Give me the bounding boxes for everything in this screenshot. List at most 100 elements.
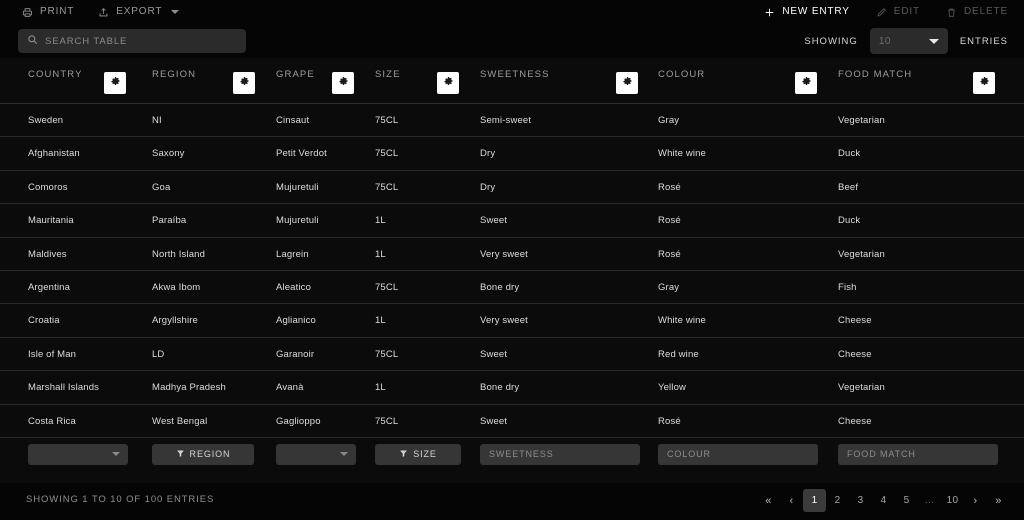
chevron-down-icon [340,452,348,457]
chevron-down-icon [171,10,180,14]
cell-sweetness: Sweet [480,215,508,227]
new-entry-button[interactable]: NEW ENTRY [764,7,849,18]
search-input[interactable] [45,35,237,47]
column-header-food-match[interactable]: FOOD MATCH [838,69,912,80]
page-button-5[interactable]: 5 [895,489,918,512]
table-row[interactable]: Costa Rica West Bengal Gaglioppo 75CL Sweet R… [0,405,1024,438]
filter-button-size[interactable]: SIZE [375,443,461,465]
table-row[interactable]: Sweden NI Cinsaut 75CL Semi-sweet Gray Vegetar… [0,104,1024,138]
cell-colour: Gray [658,281,680,293]
search-and-pagesize-row: SHOWING 10 ENTRIES [0,28,1024,54]
cell-size: 75CL [375,281,399,293]
gear-icon [801,74,812,92]
gear-icon [622,74,633,92]
print-button[interactable]: PRINT [22,7,74,18]
table-body: Sweden NI Cinsaut 75CL Semi-sweet Gray Vegetar… [0,104,1024,438]
page-button-2[interactable]: 2 [826,489,849,512]
cell-colour: Red wine [658,348,699,360]
cell-country: Comoros [28,181,68,193]
cell-country: Costa Rica [28,415,76,427]
export-button[interactable]: EXPORT [98,6,180,18]
cell-country: Croatia [28,315,60,327]
export-label: EXPORT [116,6,163,17]
filter-button-region[interactable]: REGION [152,443,254,465]
table-row[interactable]: Argentina Akwa Ibom Aleatico 75CL Bone dry Gr… [0,271,1024,305]
cell-grape: Avanà [276,382,304,394]
page-button-1[interactable]: 1 [803,489,826,512]
cell-region: Madhya Pradesh [152,382,226,394]
column-header-sweetness[interactable]: SWEETNESS [480,69,550,80]
edit-button[interactable]: EDIT [876,7,920,18]
column-header-colour[interactable]: COLOUR [658,69,705,80]
page-nav-arrow[interactable]: « [757,489,780,512]
table-row[interactable]: Afghanistan Saxony Petit Verdot 75CL Dry Whit… [0,137,1024,171]
table-row[interactable]: Croatia Argyllshire Aglianico 1L Very sweet W… [0,304,1024,338]
page-nav-arrow[interactable]: ‹ [780,489,803,512]
edit-label: EDIT [893,6,920,17]
column-settings-button-sweetness[interactable] [616,72,638,94]
print-label: PRINT [40,6,75,17]
cell-food-match: Vegetarian [838,382,885,394]
cell-food-match: Duck [838,148,861,160]
page-nav-arrow[interactable]: › [964,489,987,512]
cell-sweetness: Very sweet [480,315,528,327]
cell-sweetness: Sweet [480,415,508,427]
gear-icon [110,74,121,92]
page-nav-arrow[interactable]: » [987,489,1010,512]
column-settings-button-region[interactable] [233,72,255,94]
cell-grape: Cinsaut [276,115,310,126]
cell-grape: Lagrein [276,248,309,260]
pagination: «‹ 1 2 3 4 5 … 10 ›» [757,489,1010,512]
entries-per-page-select[interactable]: 10 [869,28,948,54]
cell-region: North Island [152,248,206,260]
cell-grape: Petit Verdot [276,148,327,160]
column-settings-button-colour[interactable] [795,72,817,94]
trash-icon [946,7,957,18]
table-header-row: COUNTRY REGION GRAPE SIZE SWEETNESS COLOUR FOO… [0,58,1024,104]
filter-select-country[interactable] [28,443,128,465]
table-row[interactable]: Maldives North Island Lagrein 1L Very sweet R… [0,238,1024,271]
cell-country: Isle of Man [28,348,77,360]
cell-country: Maldives [28,248,67,260]
filter-placeholder: FOOD MATCH [847,449,916,460]
column-header-country[interactable]: COUNTRY [28,69,83,80]
column-header-size[interactable]: SIZE [375,69,401,80]
filter-input-colour[interactable]: COLOUR [658,443,818,465]
printer-icon [22,7,33,18]
cell-size: 75CL [375,115,399,126]
filter-input-food-match[interactable]: FOOD MATCH [838,443,998,465]
filter-input-sweetness[interactable]: SWEETNESS [480,443,640,465]
column-header-grape[interactable]: GRAPE [276,69,315,80]
filter-select-grape[interactable] [276,443,356,465]
data-table: COUNTRY REGION GRAPE SIZE SWEETNESS COLOUR FOO… [0,58,1024,483]
cell-colour: Rosé [658,181,681,193]
entries-per-page-value: 10 [878,35,891,47]
pencil-icon [876,7,887,18]
page-button-3[interactable]: 3 [849,489,872,512]
table-row[interactable]: Marshall Islands Madhya Pradesh Avanà 1L Bon… [0,371,1024,405]
table-row[interactable]: Isle of Man LD Garanoir 75CL Sweet Red wine Ch… [0,338,1024,372]
cell-colour: Rosé [658,415,681,427]
showing-label: SHOWING [804,35,858,47]
cell-colour: Rosé [658,215,681,227]
cell-food-match: Cheese [838,415,872,427]
delete-button[interactable]: DELETE [946,7,1008,18]
page-ellipsis: … [924,495,935,506]
cell-size: 1L [375,382,386,394]
table-row[interactable]: Mauritania Paraíba Mujuretuli 1L Sweet Rosé Du… [0,204,1024,238]
cell-sweetness: Dry [480,148,496,160]
column-settings-button-grape[interactable] [332,72,354,94]
cell-size: 1L [375,315,386,327]
page-button-4[interactable]: 4 [872,489,895,512]
cell-grape: Aleatico [276,281,311,293]
search-table-box[interactable] [18,29,246,53]
cell-colour: Yellow [658,382,687,394]
column-settings-button-country[interactable] [104,72,126,94]
cell-food-match: Vegetarian [838,248,885,260]
table-row[interactable]: Comoros Goa Mujuretuli 75CL Dry Rosé Beef [0,171,1024,205]
column-settings-button-food-match[interactable] [973,72,995,94]
page-button-10[interactable]: 10 [941,489,964,512]
column-header-region[interactable]: REGION [152,69,196,80]
cell-sweetness: Semi-sweet [480,115,532,126]
column-settings-button-size[interactable] [437,72,459,94]
